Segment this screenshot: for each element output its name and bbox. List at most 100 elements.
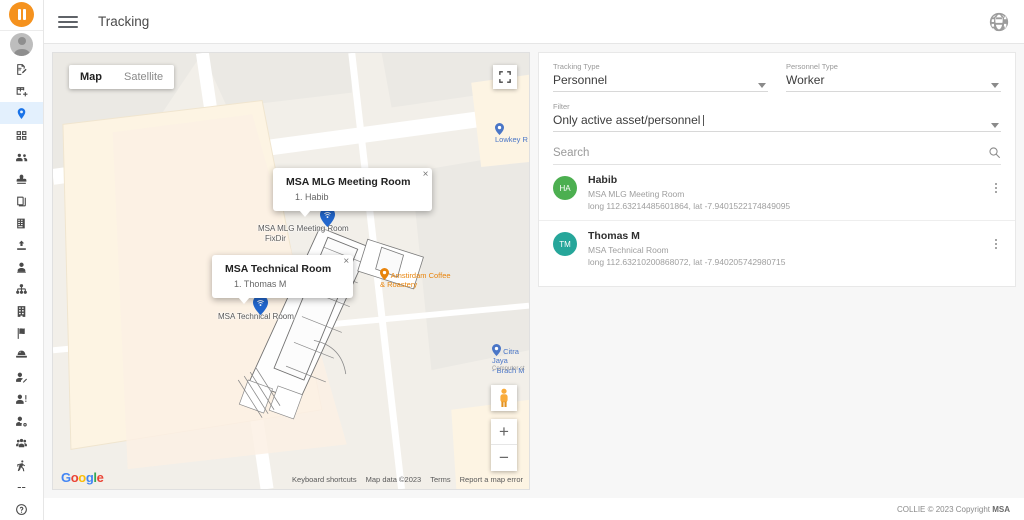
people-team-icon [16,438,27,447]
list-item-name: Habib [588,174,618,186]
language-globe-icon[interactable] [988,11,1010,33]
book-copy-icon [17,196,26,206]
sidebar-item-table[interactable] [0,80,43,102]
sidebar-item-upload[interactable] [0,234,43,256]
building-grid-icon [17,218,25,228]
map-marker-technical-room[interactable] [253,295,268,320]
sidebar-item-collapse[interactable] [0,476,43,498]
sidebar-item-flag[interactable] [0,322,43,344]
content-area: Map Satellite + − Google Keyboard shortc… [44,44,1024,498]
list-item-room: MSA MLG Meeting Room [588,189,685,199]
personnel-type-label: Personnel Type [786,62,838,71]
results-list: HA Habib MSA MLG Meeting Room long 112.6321… [539,165,1015,286]
fullscreen-icon[interactable] [493,65,517,89]
people-group-icon [16,153,28,161]
page-title: Tracking [98,14,150,29]
list-item-name: Thomas M [588,230,640,242]
chevron-down-icon[interactable] [991,123,999,128]
stamp-icon [16,174,27,184]
list-item-body: Habib MSA MLG Meeting Room long 112.632144… [588,174,989,211]
upload-icon [17,240,26,250]
map-attribution-link[interactable]: Report a map error [460,475,523,484]
location-marker-icon [253,295,268,315]
sidebar-item-activity[interactable] [0,454,43,476]
list-item[interactable]: HA Habib MSA MLG Meeting Room long 112.6321… [539,165,1015,221]
person-network-icon [16,283,27,294]
sidebar-item-documents[interactable] [0,58,43,80]
text-cursor [703,115,705,126]
map-attribution-link[interactable]: Map data ©2023 [366,475,422,484]
person-alert-icon [16,394,27,404]
filter-select[interactable]: Filter Only active asset/personnel [553,102,1001,135]
map-zoom-controls[interactable]: + − [491,419,517,471]
sidebar-item-person-alert[interactable] [0,388,43,410]
walking-person-icon [17,459,26,471]
sidebar-item-approval[interactable] [0,168,43,190]
tracking-type-select[interactable]: Tracking Type Personnel [553,62,768,95]
row-overflow-menu[interactable] [989,174,1003,193]
infowindow-close-icon[interactable]: × [343,257,349,267]
personnel-type-value: Worker [786,73,1001,92]
personnel-type-select[interactable]: Personnel Type Worker [786,62,1001,95]
sidebar-item-facility[interactable] [0,300,43,322]
search-field[interactable]: Search [553,146,1001,165]
tracking-app: Tracking Map Satellite + − Google Keyboa… [0,0,1024,520]
infowindow-close-icon[interactable]: × [423,170,429,180]
sidebar-item-person-pin[interactable] [0,256,43,278]
sidebar-item-help[interactable] [0,498,43,520]
row-overflow-menu[interactable] [989,230,1003,249]
sidebar-item-safety[interactable] [0,344,43,366]
sidebar-item-person-edit[interactable] [0,366,43,388]
map-attribution: Keyboard shortcuts Map data ©2023 Terms Rep… [292,475,523,484]
chevron-down-icon[interactable] [991,83,999,88]
hamburger-menu[interactable] [58,15,78,28]
sidebar-item-building[interactable] [0,212,43,234]
top-bar: Tracking [44,0,1024,44]
zoom-in-button[interactable]: + [491,419,517,445]
map-type-satellite[interactable]: Satellite [113,65,174,89]
user-avatar[interactable] [0,31,43,58]
person-edit-icon [16,372,28,383]
helmet-safety-icon [16,350,27,358]
infowindow-entry: 1. Thomas M [234,279,287,289]
tracking-type-label: Tracking Type [553,62,600,71]
filter-value: Only active asset/personnel [553,113,1001,132]
sidebar-item-person-settings[interactable] [0,410,43,432]
sidebar-item-team[interactable] [0,432,43,454]
sidebar-item-tracking[interactable] [0,102,43,124]
list-item[interactable]: TM Thomas M MSA Technical Room long 112.632… [539,221,1015,276]
person-settings-icon [16,416,27,426]
search-input[interactable]: Search [553,147,988,159]
sidebar-item-layout[interactable] [0,124,43,146]
map-infowindow[interactable]: × MSA MLG Meeting Room 1. Habib [273,168,433,217]
left-nav-rail [0,0,44,520]
building-icon [17,305,26,317]
search-icon[interactable] [988,146,1001,159]
map-canvas[interactable]: Map Satellite + − Google Keyboard shortc… [52,52,530,490]
location-pin-icon [17,107,26,119]
person-pin-icon [17,262,26,273]
copyright-text: COLLIE © 2023 Copyright MSA [896,504,1010,514]
collie-logo [9,2,34,28]
filter-label: Filter [553,102,570,111]
map-infowindow[interactable]: × MSA Technical Room 1. Thomas M [212,255,354,304]
map-type-toggle[interactable]: Map Satellite [69,65,175,89]
infowindow-title: MSA MLG Meeting Room [286,176,411,188]
sidebar-item-org[interactable] [0,278,43,300]
app-logo[interactable] [0,0,43,31]
filter-form: Tracking Type Personnel Personnel Type W… [539,53,1015,165]
list-item-coordinates: long 112.63210200868072, lat -7.94020574… [588,257,786,267]
list-item-coordinates: long 112.63214485601864, lat -7.94015221… [588,201,791,211]
map-type-map[interactable]: Map [69,65,113,89]
map-attribution-link[interactable]: Keyboard shortcuts [292,475,357,484]
map-attribution-link[interactable]: Terms [430,475,450,484]
sidebar-item-people[interactable] [0,146,43,168]
street-view-pegman[interactable] [491,385,517,411]
avatar: TM [553,232,577,256]
sidebar-item-library[interactable] [0,190,43,212]
chevron-down-icon[interactable] [758,83,766,88]
grid-layout-icon [16,130,27,140]
tracking-panel: Tracking Type Personnel Personnel Type W… [538,52,1016,287]
zoom-out-button[interactable]: − [491,445,517,471]
footer: COLLIE © 2023 Copyright MSA [44,498,1024,520]
